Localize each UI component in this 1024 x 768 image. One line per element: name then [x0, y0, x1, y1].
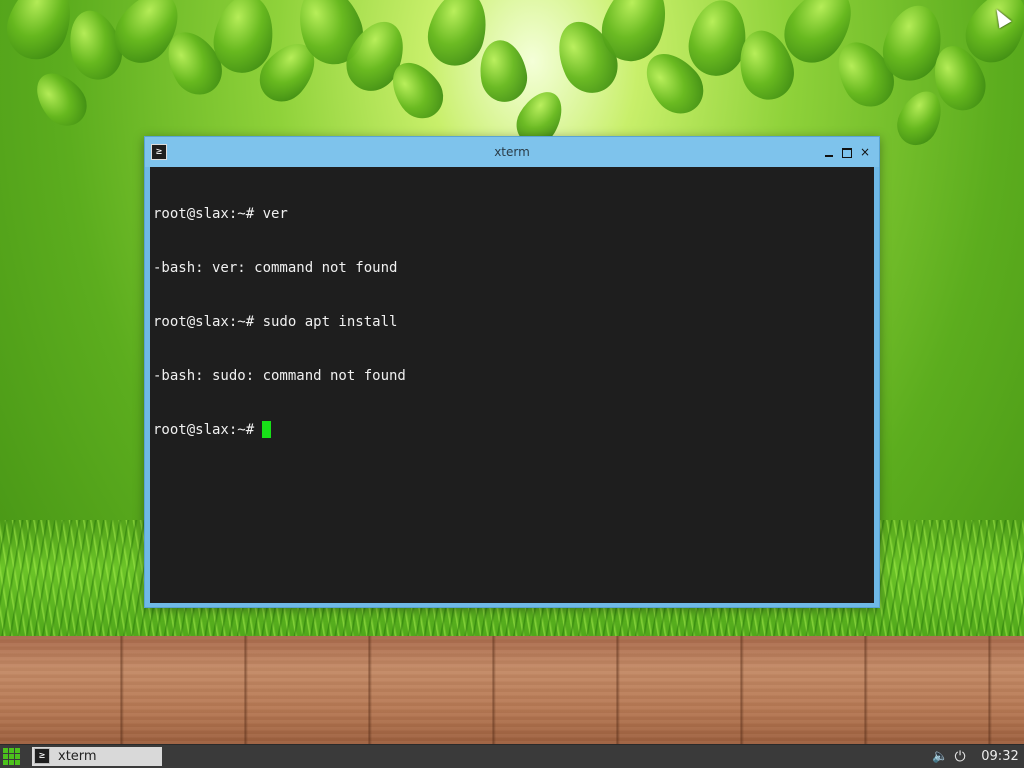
window-title: xterm [494, 145, 530, 159]
wallpaper-wood-floor [0, 636, 1024, 744]
terminal-line: root@slax:~# ver [153, 206, 288, 222]
taskbar-item-xterm[interactable]: ≥ xterm [32, 747, 162, 766]
taskbar-item-label: xterm [58, 749, 97, 764]
terminal-line: -bash: ver: command not found [153, 260, 398, 276]
minimize-button[interactable] [821, 144, 837, 160]
app-grid-icon[interactable] [3, 748, 21, 766]
xterm-window[interactable]: xterm ≥ × root@slax:~# ver -bash: ver: c… [144, 136, 880, 608]
clock[interactable]: 09:32 [978, 745, 1022, 768]
terminal-line: root@slax:~# sudo apt install [153, 314, 398, 330]
terminal-prompt-line[interactable]: root@slax:~# [153, 421, 871, 439]
close-button[interactable]: × [857, 144, 873, 160]
window-titlebar[interactable]: xterm ≥ × [145, 137, 879, 167]
terminal-icon[interactable]: ≥ [151, 144, 167, 160]
desktop: xterm ≥ × root@slax:~# ver -bash: ver: c… [0, 0, 1024, 768]
terminal-prompt: root@slax:~# [153, 422, 255, 438]
power-icon[interactable]: ⏻ [952, 749, 968, 765]
volume-muted-icon[interactable]: 🔈 [932, 749, 948, 765]
taskbar: ≥ xterm 🔈 ⏻ 09:32 [0, 744, 1024, 768]
terminal-icon: ≥ [34, 748, 50, 764]
terminal-output[interactable]: root@slax:~# ver -bash: ver: command not… [150, 167, 874, 603]
terminal-line: -bash: sudo: command not found [153, 368, 406, 384]
text-cursor [262, 421, 272, 438]
maximize-button[interactable] [839, 144, 855, 160]
